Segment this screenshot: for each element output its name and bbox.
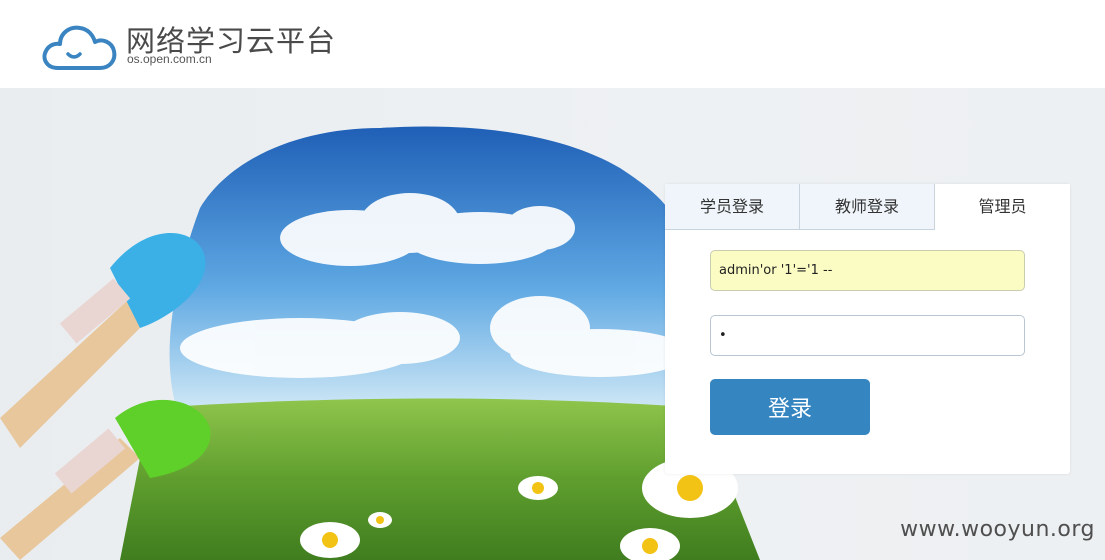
username-input[interactable] — [710, 250, 1025, 291]
tab-student-login[interactable]: 学员登录 — [665, 184, 800, 230]
tab-teacher-login[interactable]: 教师登录 — [800, 184, 935, 230]
password-input[interactable] — [710, 315, 1025, 356]
login-button[interactable]: 登录 — [710, 379, 870, 435]
tab-admin-login[interactable]: 管理员 — [935, 184, 1070, 230]
login-tabs: 学员登录 教师登录 管理员 — [665, 184, 1070, 230]
site-domain: os.open.com.cn — [127, 52, 212, 66]
cloud-logo-icon — [42, 25, 117, 70]
login-panel: 学员登录 教师登录 管理员 登录 — [665, 184, 1070, 474]
site-header: 网络学习云平台 os.open.com.cn — [0, 0, 1105, 88]
watermark-text: www.wooyun.org — [900, 517, 1095, 542]
